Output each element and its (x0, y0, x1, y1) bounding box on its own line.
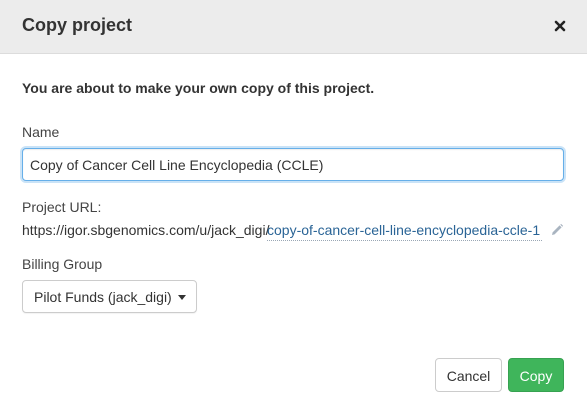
project-url-slug-field[interactable]: copy-of-cancer-cell-line-encyclopedia-cc… (267, 222, 542, 241)
billing-group-dropdown[interactable]: Pilot Funds (jack_digi) (22, 280, 197, 313)
dialog-title: Copy project (22, 15, 133, 35)
project-url-row: https://igor.sbgenomics.com/u/jack_digi/… (22, 222, 567, 242)
dialog-header: Copy project (0, 0, 587, 54)
name-label: Name (22, 124, 60, 140)
pencil-icon[interactable] (550, 223, 564, 237)
close-icon[interactable] (551, 17, 569, 35)
project-url-label: Project URL: (22, 199, 102, 215)
copy-button[interactable]: Copy (508, 358, 564, 392)
billing-group-selected: Pilot Funds (jack_digi) (34, 289, 172, 305)
project-url-prefix: https://igor.sbgenomics.com/u/jack_digi/ (22, 222, 270, 238)
intro-text: You are about to make your own copy of t… (22, 80, 375, 96)
cancel-button[interactable]: Cancel (435, 358, 502, 392)
billing-group-label: Billing Group (22, 256, 103, 272)
caret-down-icon (178, 295, 186, 300)
project-name-input[interactable] (22, 148, 564, 181)
copy-project-dialog: Copy project You are about to make your … (0, 0, 587, 418)
